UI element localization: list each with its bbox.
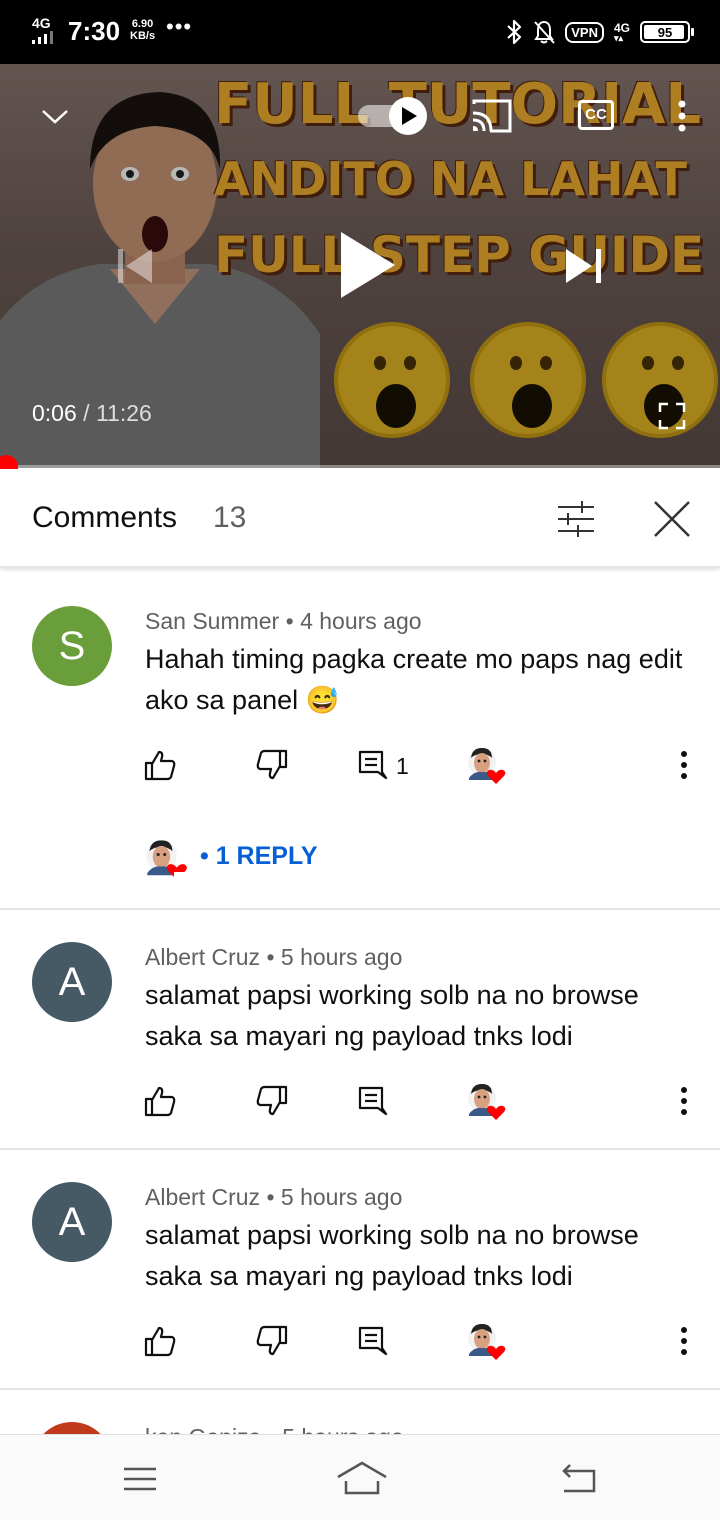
status-bar: 4G 7:30 6.90 KB/s ••• VPN 4G ▾▴ 95 <box>0 0 720 64</box>
comment-item: S San Summer • 4 hours ago Hahah timing … <box>0 572 720 908</box>
avatar-letter: S <box>58 623 86 668</box>
more-vert-icon[interactable] <box>674 1324 694 1358</box>
creator-heart-icon <box>466 1322 510 1362</box>
network-type-right: 4G ▾▴ <box>613 20 630 43</box>
menu-icon[interactable] <box>116 1459 164 1499</box>
next-video-icon[interactable] <box>564 247 604 285</box>
player-more-icon[interactable] <box>676 98 688 134</box>
comments-title: Comments <box>32 501 178 534</box>
minimize-chevron-icon[interactable] <box>40 104 70 128</box>
thumbs-up-icon[interactable] <box>143 748 177 782</box>
thumbs-down-icon[interactable] <box>255 1324 289 1358</box>
network-type: 4G <box>32 15 51 31</box>
comment-author[interactable]: Albert Cruz <box>145 944 260 970</box>
comment-meta: Albert Cruz • 5 hours ago <box>145 1184 403 1210</box>
reply-count: 1 <box>396 753 409 779</box>
comment-author[interactable]: ken Ganiza <box>145 1424 261 1434</box>
comment-author[interactable]: Albert Cruz <box>145 1184 260 1210</box>
comment-text: Hahah timing pagka create mo paps nag ed… <box>145 644 683 715</box>
comment-icon[interactable] <box>356 1324 390 1358</box>
bluetooth-icon <box>507 19 522 45</box>
vpn-badge: VPN <box>565 21 604 43</box>
thumbs-down-icon[interactable] <box>255 1084 289 1118</box>
avatar-letter: A <box>58 959 86 1004</box>
avatar[interactable]: A <box>32 942 112 1022</box>
view-replies-button[interactable]: • 1 REPLY <box>144 832 344 888</box>
comment-time: 5 hours ago <box>280 944 403 970</box>
duration: 11:26 <box>95 400 152 426</box>
speed-value: 6.90 <box>131 18 154 30</box>
play-button-icon[interactable] <box>338 230 398 300</box>
comment-icon[interactable] <box>356 1084 390 1118</box>
system-navigation-bar <box>0 1434 720 1520</box>
more-vert-icon[interactable] <box>674 1084 694 1118</box>
network-right-label: 4G <box>613 20 630 35</box>
notification-overflow-icon: ••• <box>166 14 193 39</box>
signal-icon <box>32 31 58 44</box>
comment-text: salamat papsi working solb na no browse … <box>145 1220 639 1291</box>
captions-label: CC <box>585 106 607 123</box>
avatar-letter: A <box>58 1199 86 1244</box>
clock: 7:30 <box>68 16 121 46</box>
silent-bell-icon <box>534 20 555 44</box>
time-separator: / <box>83 400 90 426</box>
comment-time: 5 hours ago <box>280 1184 403 1210</box>
close-icon[interactable] <box>648 495 696 543</box>
avatar[interactable]: A <box>32 1182 112 1262</box>
comment-author[interactable]: San Summer <box>145 608 279 634</box>
thumbs-up-icon[interactable] <box>143 1084 177 1118</box>
previous-video-icon[interactable] <box>116 247 156 285</box>
avatar[interactable] <box>32 1422 112 1434</box>
sort-filter-icon[interactable] <box>552 495 600 543</box>
avatar[interactable]: S <box>32 606 112 686</box>
view-replies-label: • 1 REPLY <box>200 842 318 870</box>
comment-meta: San Summer • 4 hours ago <box>145 608 422 634</box>
home-icon[interactable] <box>336 1459 388 1499</box>
creator-heart-icon <box>466 746 510 786</box>
comments-header: Comments 13 <box>0 469 720 567</box>
cast-icon[interactable] <box>470 98 514 134</box>
comment-icon[interactable] <box>356 748 390 782</box>
speed-unit: KB/s <box>130 30 156 42</box>
comment-item: A Albert Cruz • 5 hours ago salamat paps… <box>0 1150 720 1388</box>
comment-time: 4 hours ago <box>300 608 422 634</box>
thumbs-up-icon[interactable] <box>143 1324 177 1358</box>
time-readout: 0:06 / 11:26 <box>32 400 152 427</box>
comment-text: salamat papsi working solb na no browse … <box>145 980 639 1051</box>
more-vert-icon[interactable] <box>674 748 694 782</box>
network-speed: 6.90 KB/s <box>130 18 155 42</box>
fullscreen-icon[interactable] <box>658 402 686 430</box>
comments-count: 13 <box>213 501 247 534</box>
back-icon[interactable] <box>556 1459 604 1499</box>
current-time: 0:06 <box>32 400 77 426</box>
creator-heart-icon <box>466 1082 510 1122</box>
comment-meta: ken Ganiza • 5 hours ago <box>145 1424 404 1434</box>
comment-item: A Albert Cruz • 5 hours ago salamat paps… <box>0 910 720 1148</box>
autoplay-toggle[interactable] <box>356 96 430 136</box>
thumbs-down-icon[interactable] <box>255 748 289 782</box>
battery-level: 95 <box>657 24 673 40</box>
comment-meta: Albert Cruz • 5 hours ago <box>145 944 403 970</box>
battery-icon: 95 <box>640 21 694 43</box>
video-player[interactable]: FULL TUTORIAL ANDITO NA LAHAT FULL STEP … <box>0 64 720 468</box>
comment-item: ken Ganiza • 5 hours ago <box>0 1390 720 1434</box>
captions-button[interactable]: CC <box>578 100 614 130</box>
comment-time: 5 hours ago <box>282 1424 403 1434</box>
